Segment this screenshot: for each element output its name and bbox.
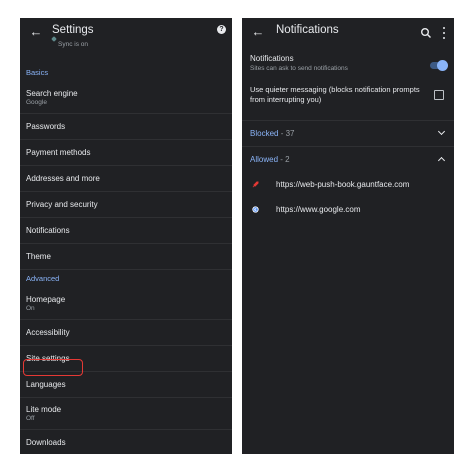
item-value: Google — [26, 99, 47, 106]
switch-knob — [437, 60, 448, 71]
section-advanced: Advanced — [26, 274, 60, 283]
settings-item-privacy[interactable]: Privacy and security — [20, 192, 232, 218]
settings-item-payment-methods[interactable]: Payment methods — [20, 140, 232, 166]
item-label: Notifications — [26, 226, 70, 235]
item-label: Search engine — [26, 89, 78, 98]
item-label: Lite mode — [26, 405, 62, 414]
rocket-icon — [252, 181, 259, 188]
site-url: https://www.google.com — [276, 205, 361, 214]
toggle-label: Notifications — [250, 54, 294, 63]
item-value: Off — [26, 415, 35, 422]
more-vert-icon[interactable] — [442, 27, 446, 39]
group-name: Blocked — [250, 129, 279, 138]
item-label: Payment methods — [26, 148, 91, 157]
notifications-toggle-row[interactable]: Notifications Sites can ask to send noti… — [242, 48, 454, 82]
settings-app-bar: ← Settings Sync is on ? — [20, 18, 232, 64]
item-label: Passwords — [26, 122, 66, 131]
item-label: Theme — [26, 252, 51, 261]
settings-item-theme[interactable]: Theme — [20, 244, 232, 270]
page-title: Settings — [52, 24, 94, 36]
quieter-messaging-row[interactable]: Use quieter messaging (blocks notificati… — [242, 82, 454, 120]
item-label: Accessibility — [26, 328, 70, 337]
settings-item-passwords[interactable]: Passwords — [20, 114, 232, 140]
settings-item-downloads[interactable]: Downloads — [20, 430, 232, 454]
google-icon — [252, 206, 259, 213]
section-basics: Basics — [26, 68, 49, 77]
settings-item-accessibility[interactable]: Accessibility — [20, 320, 232, 346]
item-value: On — [26, 305, 35, 312]
group-name: Allowed — [250, 155, 279, 164]
site-url: https://web-push-book.gauntface.com — [276, 180, 410, 189]
search-icon[interactable] — [420, 27, 432, 39]
item-label: Privacy and security — [26, 200, 98, 209]
settings-item-lite-mode[interactable]: Lite mode Off — [20, 398, 232, 430]
settings-item-homepage[interactable]: Homepage On — [20, 288, 232, 320]
blocked-group-header[interactable]: Blocked - 37 — [242, 121, 454, 146]
toggle-description: Sites can ask to send notifications — [250, 65, 348, 72]
settings-item-notifications[interactable]: Notifications — [20, 218, 232, 244]
back-arrow-icon[interactable]: ← — [250, 24, 266, 39]
chevron-down-icon — [437, 127, 446, 136]
allowed-group-header[interactable]: Allowed - 2 — [242, 147, 454, 172]
item-label: Downloads — [26, 438, 66, 447]
settings-screen: ← Settings Sync is on ? Basics Search en… — [20, 18, 232, 454]
item-label: Homepage — [26, 295, 66, 304]
help-icon[interactable]: ? — [217, 25, 226, 34]
back-arrow-icon[interactable]: ← — [28, 24, 44, 39]
notifications-switch[interactable] — [430, 60, 448, 71]
notifications-screen: ← Notifications Notifications Sites can … — [242, 18, 454, 454]
sync-status: Sync is on — [58, 41, 88, 48]
quieter-messaging-label: Use quieter messaging (blocks notificati… — [250, 85, 420, 104]
group-count: - 37 — [278, 129, 295, 138]
account-avatar-icon — [51, 36, 57, 42]
site-settings-highlight — [23, 359, 83, 376]
allowed-site-row[interactable]: https://www.google.com — [242, 197, 454, 222]
group-count: - 2 — [278, 155, 290, 164]
page-title: Notifications — [276, 24, 339, 36]
item-label: Addresses and more — [26, 174, 100, 183]
allowed-site-row[interactable]: https://web-push-book.gauntface.com — [242, 172, 454, 197]
notifications-app-bar: ← Notifications — [242, 18, 454, 48]
settings-item-addresses[interactable]: Addresses and more — [20, 166, 232, 192]
quieter-messaging-checkbox[interactable] — [434, 90, 444, 100]
chevron-up-icon — [437, 156, 446, 165]
item-label: Languages — [26, 380, 66, 389]
settings-item-search-engine[interactable]: Search engine Google — [20, 82, 232, 114]
